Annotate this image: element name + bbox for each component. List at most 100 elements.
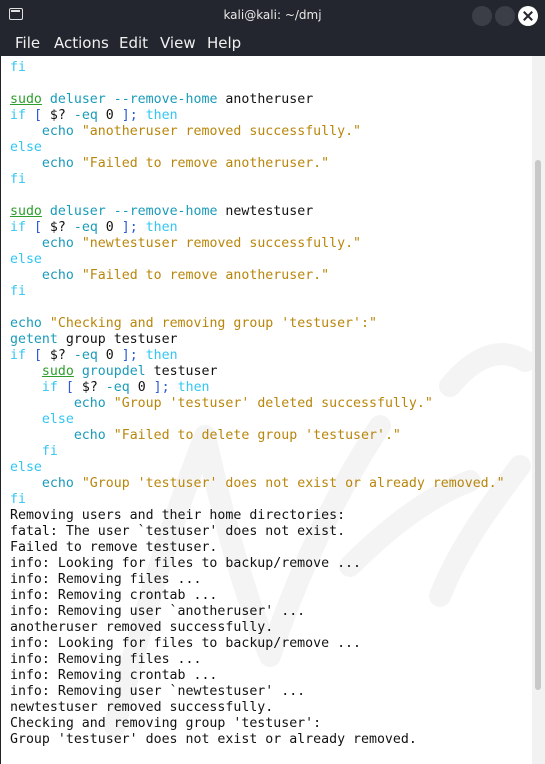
vertical-scrollbar[interactable]: [532, 56, 545, 764]
terminal-token: 0: [129, 380, 154, 395]
terminal-token: Failed to remove testuser.: [10, 540, 218, 555]
terminal-line: if [ $? -eq 0 ]; then: [10, 380, 210, 396]
terminal-token: newtestuser: [217, 204, 314, 219]
terminal-token: echo: [73, 396, 106, 411]
terminal-line: echo "newtestuser removed successfully.": [10, 236, 361, 252]
terminal-line: else: [10, 460, 42, 476]
terminal-line: fi: [10, 492, 26, 508]
menu-view[interactable]: View: [160, 34, 196, 52]
terminal-token: $?: [41, 220, 74, 235]
terminal-token: echo: [41, 268, 74, 283]
terminal-token: echo: [10, 316, 42, 331]
terminal-token: ];: [121, 348, 138, 363]
terminal-token: then: [145, 108, 178, 123]
terminal-line: echo "Group 'testuser' does not exist or…: [10, 476, 505, 492]
terminal-token: getent: [10, 332, 58, 347]
terminal-token: else: [41, 412, 74, 427]
terminal-token: [: [33, 220, 42, 235]
terminal-token: echo: [41, 236, 74, 251]
terminal-token: echo: [73, 428, 106, 443]
menu-edit[interactable]: Edit: [119, 34, 148, 52]
terminal-token: Group 'testuser' does not exist or alrea…: [10, 732, 417, 747]
menu-actions[interactable]: Actions: [54, 34, 109, 52]
terminal-line: else: [10, 140, 42, 156]
terminal-token: echo: [41, 124, 74, 139]
terminal-line: Removing users and their home directorie…: [10, 508, 345, 524]
terminal-line: if [ $? -eq 0 ]; then: [10, 220, 178, 236]
terminal-line: fi: [10, 60, 26, 76]
terminal-line: fatal: The user `testuser' does not exis…: [10, 524, 345, 540]
terminal-line: info: Removing crontab ...: [10, 588, 217, 604]
terminal-token: "Failed to delete group 'testuser'.": [113, 428, 401, 443]
terminal-token: "newtestuser removed successfully.": [81, 236, 362, 251]
terminal-token: "Failed to remove anotheruser.": [81, 268, 330, 283]
terminal-line: info: Removing files ...: [10, 572, 201, 588]
terminal-token: --remove-home: [113, 204, 218, 219]
close-button[interactable]: [518, 6, 538, 26]
terminal-token: info: Removing files ...: [10, 572, 202, 587]
terminal-token: deluser: [49, 92, 106, 107]
terminal-token: fi: [10, 492, 26, 507]
terminal-token: info: Looking for files to backup/remove…: [10, 556, 361, 571]
terminal-token: newtestuser removed successfully.: [10, 700, 274, 715]
maximize-button[interactable]: [495, 6, 515, 26]
terminal-line: sudo deluser --remove-home anotheruser: [10, 92, 313, 108]
terminal-line: info: Removing user `anotheruser' ...: [10, 604, 305, 620]
terminal-line: echo "Failed to remove anotheruser.": [10, 268, 329, 284]
scrollbar-thumb[interactable]: [535, 160, 541, 690]
terminal-line: info: Removing crontab ...: [10, 668, 217, 684]
terminal-output[interactable]: fi sudo deluser --remove-home anotheruser…: [0, 56, 536, 764]
terminal-token: "Failed to remove anotheruser.": [81, 156, 330, 171]
terminal-token: fi: [41, 444, 58, 459]
terminal-token: info: Removing user `newtestuser' ...: [10, 684, 306, 699]
terminal-token: -eq: [73, 348, 98, 363]
terminal-line: if [ $? -eq 0 ]; then: [10, 348, 178, 364]
terminal-token: anotheruser removed successfully.: [10, 620, 274, 635]
terminal-line: echo "Checking and removing group 'testu…: [10, 316, 377, 332]
menu-file[interactable]: File: [15, 34, 40, 52]
terminal-token: ];: [121, 108, 138, 123]
terminal-token: fi: [10, 284, 26, 299]
terminal-token: $?: [41, 348, 74, 363]
terminal-line: Failed to remove testuser.: [10, 540, 217, 556]
terminal-token: then: [177, 380, 210, 395]
terminal-token: if: [10, 220, 26, 235]
terminal-token: -eq: [73, 220, 98, 235]
minimize-button[interactable]: [472, 6, 492, 26]
title-bar[interactable]: kali@kali: ~/dmj: [0, 0, 545, 32]
terminal-token: Checking and removing group 'testuser':: [10, 716, 322, 731]
terminal-token: fatal: The user `testuser' does not exis…: [10, 524, 346, 539]
terminal-line: anotheruser removed successfully.: [10, 620, 273, 636]
terminal-token: info: Removing user `anotheruser' ...: [10, 604, 306, 619]
terminal-token: sudo: [10, 204, 42, 219]
terminal-line: echo "Failed to remove anotheruser.": [10, 156, 329, 172]
terminal-token: $?: [73, 380, 106, 395]
terminal-token: "Checking and removing group 'testuser':…: [49, 316, 377, 331]
terminal-line: echo "anotheruser removed successfully.": [10, 124, 361, 140]
terminal-token: then: [145, 348, 178, 363]
terminal-line: fi: [10, 284, 26, 300]
terminal-token: --remove-home: [113, 92, 218, 107]
menu-help[interactable]: Help: [207, 34, 241, 52]
terminal-window: kali@kali: ~/dmj File Actions Edit View …: [0, 0, 545, 764]
terminal-token: if: [41, 380, 58, 395]
terminal-line: info: Looking for files to backup/remove…: [10, 636, 361, 652]
menu-bar: File Actions Edit View Help: [0, 32, 545, 56]
